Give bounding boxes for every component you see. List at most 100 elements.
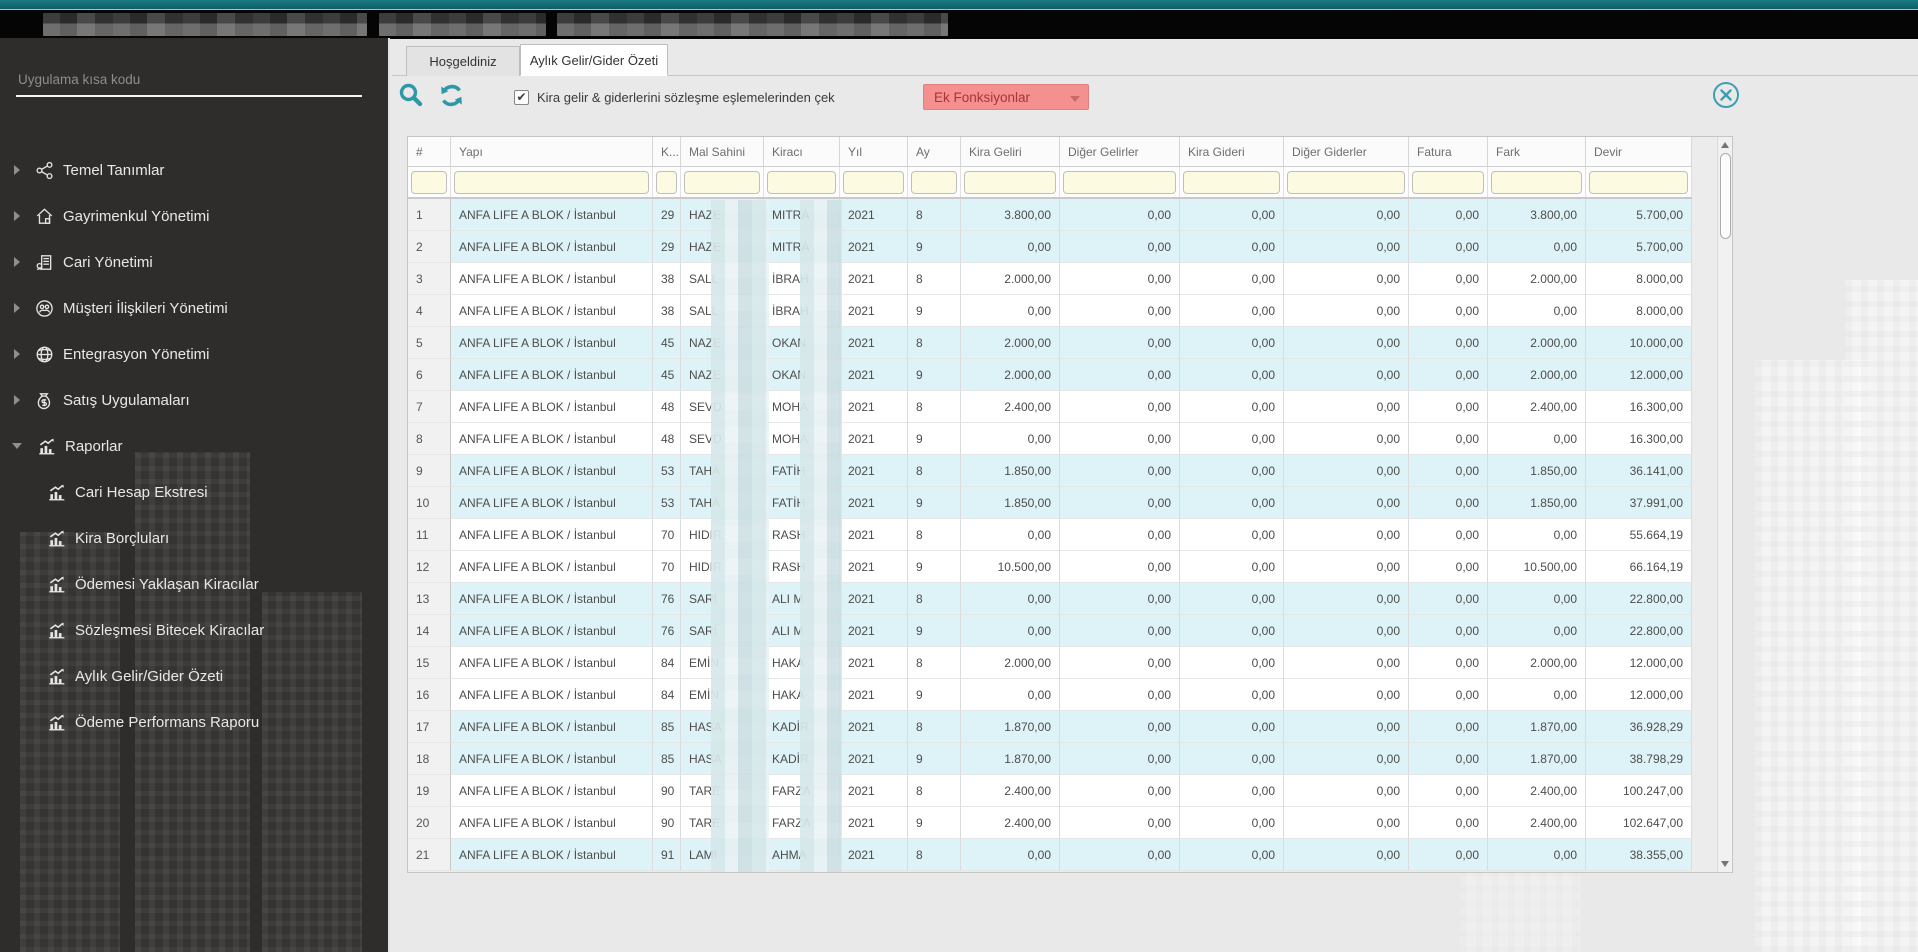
column-header-kiraci[interactable]: Kiracı [764,137,840,166]
cell-yil: 2021 [840,199,908,231]
table-row[interactable]: 3 ANFA LIFE A BLOK / İstanbul 38 SALL İBRAH 2… [408,263,1692,295]
scroll-down-icon[interactable] [1721,861,1729,867]
sidebar-item-raporlar[interactable]: Raporlar [0,431,388,461]
chevron-right-icon[interactable] [14,165,20,175]
chevron-right-icon[interactable] [14,257,20,267]
table-row[interactable]: 6 ANFA LIFE A BLOK / İstanbul 45 NAZE OKAN 20… [408,359,1692,391]
cell-fatura: 0,00 [1409,775,1488,807]
refresh-icon[interactable] [438,82,465,114]
sidebar-item--deme-performans-raporu[interactable]: Ödeme Performans Raporu [0,707,388,737]
cell-kira-geliri: 2.000,00 [961,327,1060,359]
filter-input-diger-giderler[interactable] [1287,171,1405,194]
filter-input-devir[interactable] [1589,171,1688,194]
column-header-diger-giderler[interactable]: Diğer Giderler [1284,137,1409,166]
table-row[interactable]: 19 ANFA LIFE A BLOK / İstanbul 90 TARE FARZA… [408,775,1692,807]
filter-input-diger-gelirler[interactable] [1063,171,1176,194]
chevron-right-icon[interactable] [14,395,20,405]
sidebar-item-entegrasyon-y-netimi[interactable]: Entegrasyon Yönetimi [0,339,388,369]
search-icon[interactable] [398,82,424,113]
table-row[interactable]: 9 ANFA LIFE A BLOK / İstanbul 53 TAHA FATİH 2… [408,455,1692,487]
filter-input-ay[interactable] [911,171,957,194]
filter-input-kiraci[interactable] [767,171,836,194]
cell-yil: 2021 [840,551,908,583]
chevron-right-icon[interactable] [14,211,20,221]
column-header-ay[interactable]: Ay [908,137,961,166]
table-row[interactable]: 8 ANFA LIFE A BLOK / İstanbul 48 SEVD MOHA 20… [408,423,1692,455]
tab-aylik-gelir-gider-ozeti[interactable]: Aylık Gelir/Gider Özeti [520,44,668,76]
sidebar-item-cari-hesap-ekstresi[interactable]: Cari Hesap Ekstresi [0,477,388,507]
chevron-right-icon[interactable] [14,303,20,313]
sidebar-item-m-teri-i-li-kileri-y-netimi[interactable]: Müşteri İlişkileri Yönetimi [0,293,388,323]
filter-input-mal-sahibi[interactable] [684,171,760,194]
cell-fark: 0,00 [1488,231,1586,263]
cell-kira-gideri: 0,00 [1180,551,1284,583]
table-row[interactable]: 13 ANFA LIFE A BLOK / İstanbul 76 SARİ ALI M… [408,583,1692,615]
table-row[interactable]: 18 ANFA LIFE A BLOK / İstanbul 85 HASA KADİR… [408,743,1692,775]
cell-diger-giderler: 0,00 [1284,327,1409,359]
scroll-up-icon[interactable] [1721,142,1729,148]
column-header-kira-gideri[interactable]: Kira Gideri [1180,137,1284,166]
vertical-scrollbar[interactable] [1717,137,1732,872]
filter-input-kira-geliri[interactable] [964,171,1056,194]
close-tab-button[interactable] [1712,81,1740,109]
filter-input-yil[interactable] [843,171,904,194]
pull-from-contract-checkbox[interactable]: ✔ [514,90,529,105]
column-header-devir[interactable]: Devir [1586,137,1692,166]
table-row[interactable]: 4 ANFA LIFE A BLOK / İstanbul 38 SALL İBRAH 2… [408,295,1692,327]
table-row[interactable]: 11 ANFA LIFE A BLOK / İstanbul 70 HIDIR RASH… [408,519,1692,551]
column-header-yil[interactable]: Yıl [840,137,908,166]
chevron-right-icon[interactable] [14,349,20,359]
cell-fark: 2.400,00 [1488,807,1586,839]
cell-kapi: 29 [653,199,681,231]
cell-yil: 2021 [840,327,908,359]
filter-input-fatura[interactable] [1412,171,1484,194]
table-row[interactable]: 17 ANFA LIFE A BLOK / İstanbul 85 HASA KADİR… [408,711,1692,743]
column-header-fatura[interactable]: Fatura [1409,137,1488,166]
table-row[interactable]: 16 ANFA LIFE A BLOK / İstanbul 84 EMİN HAKA 2… [408,679,1692,711]
filter-input-num[interactable] [411,171,447,194]
column-header-kapi[interactable]: K... [653,137,681,166]
tab-hosgeldiniz[interactable]: Hoşgeldiniz [406,46,520,76]
sidebar-item-label: Raporlar [65,437,123,455]
cell-yapi: ANFA LIFE A BLOK / İstanbul [451,199,653,231]
filter-input-yapi[interactable] [454,171,649,194]
cell-diger-giderler: 0,00 [1284,199,1409,231]
column-header-num[interactable]: # [408,137,451,166]
cell-fatura: 0,00 [1409,263,1488,295]
column-header-kira-geliri[interactable]: Kira Geliri [961,137,1060,166]
sidebar-item-kira-bor-lular-[interactable]: Kira Borçluları [0,523,388,553]
table-row[interactable]: 1 ANFA LIFE A BLOK / İstanbul 29 HAZE MITRA 2… [408,199,1692,231]
table-row[interactable]: 10 ANFA LIFE A BLOK / İstanbul 53 TAHA FATİH… [408,487,1692,519]
column-header-diger-gelirler[interactable]: Diğer Gelirler [1060,137,1180,166]
filter-input-kapi[interactable] [656,171,677,194]
cell-ay: 8 [908,775,961,807]
chevron-down-icon[interactable] [12,443,22,449]
table-row[interactable]: 14 ANFA LIFE A BLOK / İstanbul 76 SARİ ALI M… [408,615,1692,647]
table-row[interactable]: 12 ANFA LIFE A BLOK / İstanbul 70 HIDIR RASH… [408,551,1692,583]
sidebar-item-sat-uygulamalar-[interactable]: Satış Uygulamaları [0,385,388,415]
cell-kapi: 85 [653,711,681,743]
cell-num: 14 [408,615,451,647]
cell-diger-gelirler: 0,00 [1060,807,1180,839]
sidebar-item-gayrimenkul-y-netimi[interactable]: Gayrimenkul Yönetimi [0,201,388,231]
sidebar-item-s-zle-mesi-bitecek-kirac-lar[interactable]: Sözleşmesi Bitecek Kiracılar [0,615,388,645]
table-row[interactable]: 15 ANFA LIFE A BLOK / İstanbul 84 EMİN HAKA 2… [408,647,1692,679]
filter-input-fark[interactable] [1491,171,1582,194]
sidebar-item-temel-tan-mlar[interactable]: Temel Tanımlar [0,155,388,185]
column-header-mal-sahibi[interactable]: Mal Sahini [681,137,764,166]
column-header-fark[interactable]: Fark [1488,137,1586,166]
scrollbar-thumb[interactable] [1719,153,1731,239]
sidebar-item-ayl-k-gelir-gider-zeti[interactable]: Aylık Gelir/Gider Özeti [0,661,388,691]
sidebar-item-cari-y-netimi[interactable]: Cari Yönetimi [0,247,388,277]
table-row[interactable]: 5 ANFA LIFE A BLOK / İstanbul 45 NAZE OKAN 20… [408,327,1692,359]
sidebar-item--demesi-yakla-an-kirac-lar[interactable]: Ödemesi Yaklaşan Kiracılar [0,569,388,599]
table-row[interactable]: 21 ANFA LIFE A BLOK / İstanbul 91 LAMI AHMA 2… [408,839,1692,871]
table-row[interactable]: 7 ANFA LIFE A BLOK / İstanbul 48 SEVD MOHA 20… [408,391,1692,423]
table-row[interactable]: 20 ANFA LIFE A BLOK / İstanbul 90 TARE FARZA… [408,807,1692,839]
table-row[interactable]: 2 ANFA LIFE A BLOK / İstanbul 29 HAZE MITRA 2… [408,231,1692,263]
filter-input-kira-gideri[interactable] [1183,171,1280,194]
column-header-yapi[interactable]: Yapı [451,137,653,166]
app-shortcut-search-input[interactable] [16,68,362,97]
cell-num: 1 [408,199,451,231]
extra-functions-button[interactable]: Ek Fonksiyonlar [923,84,1089,110]
